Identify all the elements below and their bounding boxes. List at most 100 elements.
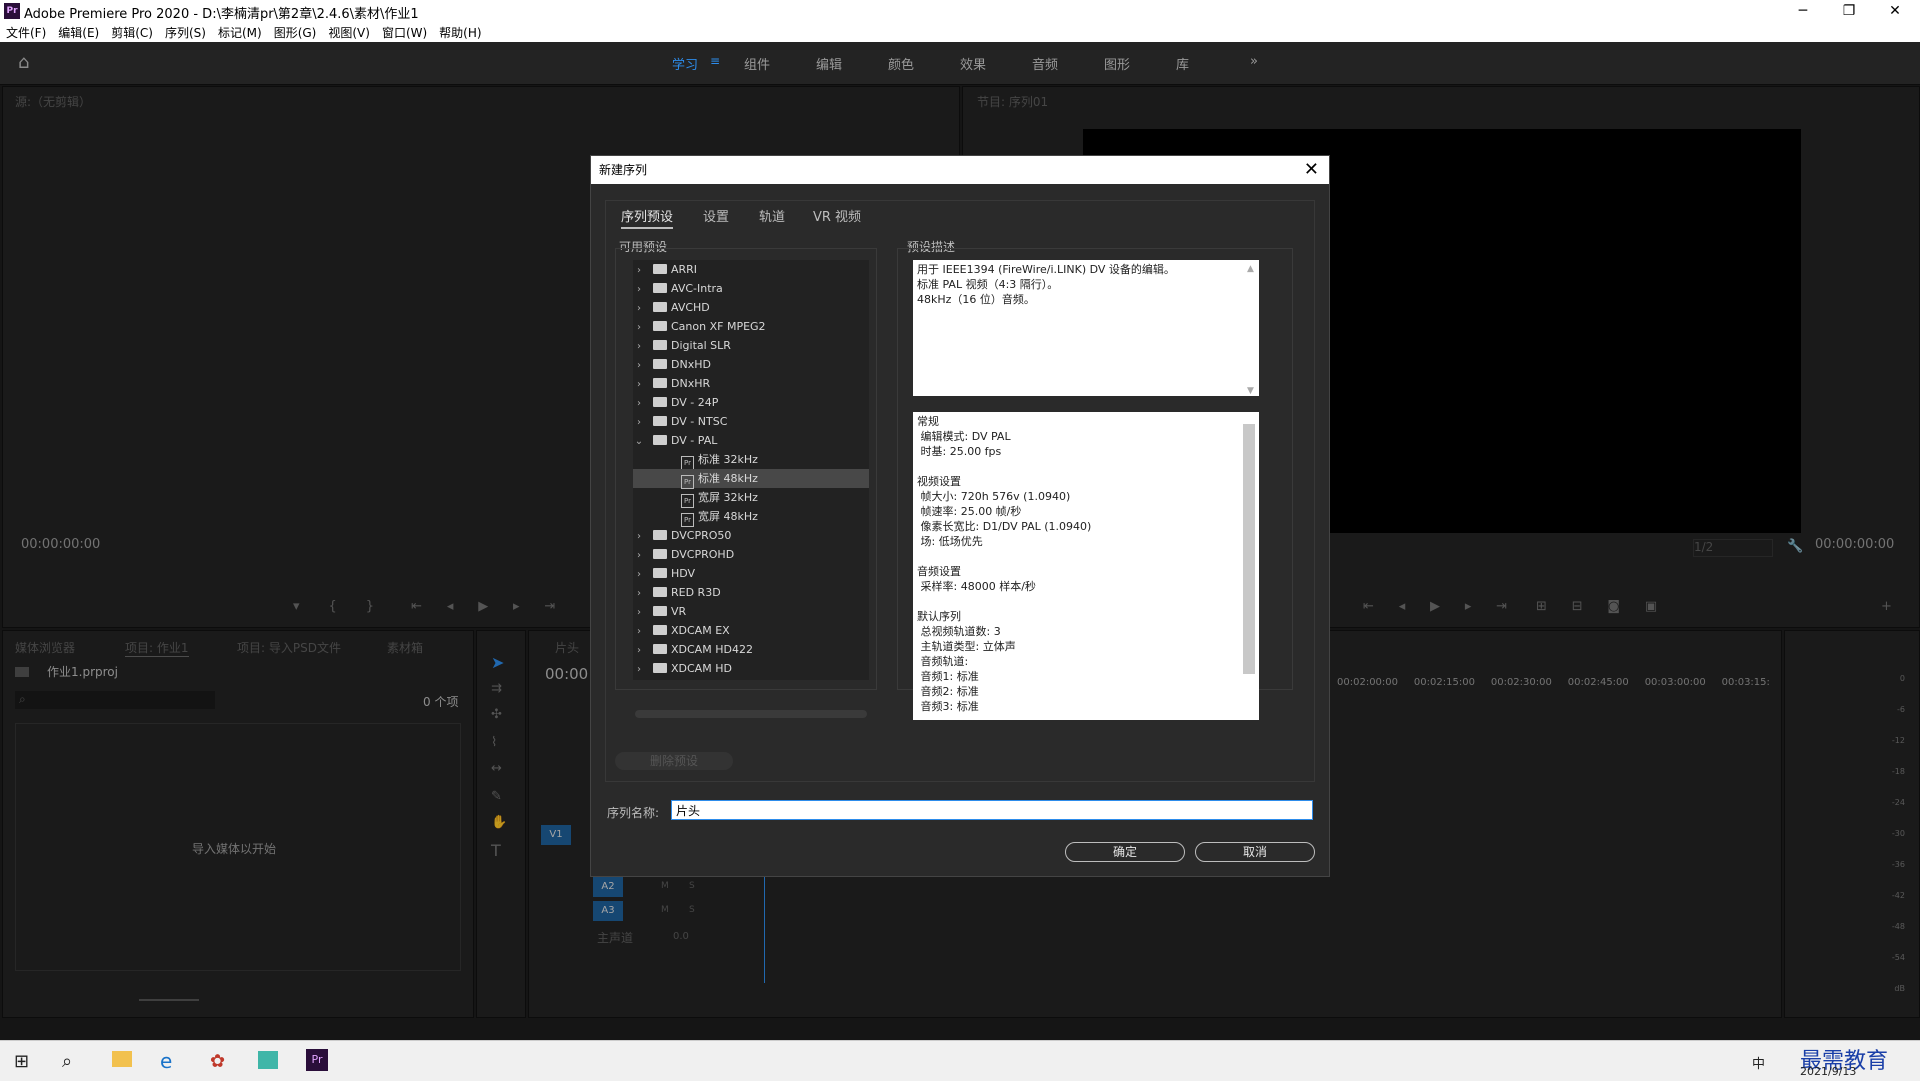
chevron-right-icon[interactable]: › bbox=[633, 280, 645, 299]
preset-folder[interactable]: › AVC-Intra bbox=[633, 279, 869, 298]
chevron-right-icon[interactable]: › bbox=[633, 261, 645, 280]
preset-item[interactable]: Pr 宽屏 32kHz bbox=[633, 488, 869, 508]
details-scrollbar[interactable] bbox=[1243, 424, 1255, 674]
preset-folder[interactable]: › XDCAM HD422 bbox=[633, 640, 869, 659]
dialog-close-button[interactable]: ✕ bbox=[1304, 156, 1319, 184]
workspace-tab-learn[interactable]: 学习 bbox=[672, 54, 698, 73]
details-line: 场: 低场优先 bbox=[917, 535, 983, 548]
preset-folder[interactable]: › XDCAM HD bbox=[633, 659, 869, 678]
preset-item[interactable]: Pr 标准 48kHz bbox=[633, 469, 869, 489]
preset-folder[interactable]: › ARRI bbox=[633, 260, 869, 279]
preset-label: DVCPRO50 bbox=[671, 529, 732, 542]
chevron-right-icon[interactable]: › bbox=[633, 413, 645, 432]
dialog-title-bar: 新建序列 ✕ bbox=[591, 156, 1329, 184]
chevron-right-icon[interactable]: › bbox=[633, 337, 645, 356]
tab-settings[interactable]: 设置 bbox=[703, 206, 729, 225]
chevron-right-icon[interactable]: › bbox=[633, 660, 645, 679]
edge-icon[interactable]: e bbox=[160, 1049, 172, 1073]
preset-label: 标准 32kHz bbox=[698, 453, 758, 466]
chevron-down-icon[interactable]: ⌄ bbox=[633, 432, 645, 451]
home-icon[interactable]: ⌂ bbox=[18, 52, 29, 73]
menu-file[interactable]: 文件(F) bbox=[0, 22, 52, 41]
preset-label: 宽屏 32kHz bbox=[698, 491, 758, 504]
minimize-button[interactable]: ─ bbox=[1780, 0, 1826, 22]
menu-sequence[interactable]: 序列(S) bbox=[159, 22, 212, 41]
preset-item[interactable]: Pr 宽屏 48kHz bbox=[633, 507, 869, 527]
scroll-up-icon[interactable]: ▲ bbox=[1247, 262, 1254, 277]
preset-folder[interactable]: › Canon XF MPEG2 bbox=[633, 317, 869, 336]
menu-graphics[interactable]: 图形(G) bbox=[268, 22, 323, 41]
workspace-overflow-icon[interactable]: » bbox=[1250, 54, 1258, 69]
app-icon[interactable]: ✿ bbox=[210, 1051, 225, 1072]
chevron-right-icon[interactable]: › bbox=[633, 527, 645, 546]
workspace-tab-libraries[interactable]: 库 bbox=[1176, 54, 1189, 73]
preset-folder[interactable]: ⌄ DV - PAL bbox=[633, 431, 869, 450]
windows-start-icon[interactable]: ⊞ bbox=[14, 1051, 29, 1072]
chevron-right-icon[interactable]: › bbox=[633, 375, 645, 394]
preset-details-box[interactable]: 常规 编辑模式: DV PAL 时基: 25.00 fps 视频设置 帧大小: 7… bbox=[913, 412, 1259, 720]
chevron-right-icon[interactable]: › bbox=[633, 584, 645, 603]
preset-folder[interactable]: › VR bbox=[633, 602, 869, 621]
preset-label: RED R3D bbox=[671, 586, 721, 599]
chevron-right-icon[interactable]: › bbox=[633, 318, 645, 337]
chevron-right-icon[interactable]: › bbox=[633, 603, 645, 622]
menu-help[interactable]: 帮助(H) bbox=[433, 22, 487, 41]
scroll-down-icon[interactable]: ▼ bbox=[1247, 384, 1254, 399]
search-icon[interactable]: ⌕ bbox=[62, 1051, 72, 1072]
preset-folder[interactable]: › DNxHD bbox=[633, 355, 869, 374]
chevron-right-icon[interactable]: › bbox=[633, 622, 645, 641]
ime-indicator[interactable]: 中 bbox=[1752, 1053, 1765, 1072]
chevron-right-icon[interactable]: › bbox=[633, 394, 645, 413]
workspace-tab-color[interactable]: 颜色 bbox=[888, 54, 914, 73]
details-line: 主轨道类型: 立体声 bbox=[917, 640, 1016, 653]
chevron-right-icon[interactable]: › bbox=[633, 546, 645, 565]
details-line: 音频1: 标准 bbox=[917, 670, 979, 683]
menu-edit[interactable]: 编辑(E) bbox=[52, 22, 105, 41]
menu-view[interactable]: 视图(V) bbox=[322, 22, 376, 41]
preset-folder[interactable]: › DNxHR bbox=[633, 374, 869, 393]
chevron-right-icon[interactable]: › bbox=[633, 641, 645, 660]
menu-window[interactable]: 窗口(W) bbox=[376, 22, 433, 41]
menu-clip[interactable]: 剪辑(C) bbox=[105, 22, 159, 41]
premiere-taskbar-icon[interactable]: Pr bbox=[306, 1049, 328, 1071]
menu-marker[interactable]: 标记(M) bbox=[212, 22, 268, 41]
preset-folder[interactable]: › RED R3D bbox=[633, 583, 869, 602]
details-line bbox=[917, 459, 1091, 474]
workspace-tab-effects[interactable]: 效果 bbox=[960, 54, 986, 73]
preset-folder[interactable]: › DV - 24P bbox=[633, 393, 869, 412]
workspace-menu-icon[interactable]: ≡ bbox=[710, 54, 720, 68]
close-window-button[interactable]: ✕ bbox=[1872, 0, 1918, 22]
preset-folder[interactable]: › DV - NTSC bbox=[633, 412, 869, 431]
chevron-right-icon[interactable]: › bbox=[633, 356, 645, 375]
details-line: 音频2: 标准 bbox=[917, 685, 979, 698]
app-icon[interactable] bbox=[258, 1051, 278, 1069]
tab-sequence-presets[interactable]: 序列预设 bbox=[621, 206, 674, 229]
preset-label: AVC-Intra bbox=[671, 282, 723, 295]
file-explorer-icon[interactable] bbox=[112, 1051, 132, 1067]
preset-folder[interactable]: › AVCHD bbox=[633, 298, 869, 317]
preset-item[interactable]: Pr 标准 32kHz bbox=[633, 450, 869, 470]
preset-folder[interactable]: › DVCPROHD bbox=[633, 545, 869, 564]
sequence-name-input[interactable]: 片头 bbox=[671, 800, 1313, 820]
preset-label: XDCAM HD422 bbox=[671, 643, 753, 656]
tab-tracks[interactable]: 轨道 bbox=[759, 206, 785, 225]
details-line: 默认序列 bbox=[917, 610, 961, 623]
presets-hscrollbar[interactable] bbox=[635, 710, 867, 718]
chevron-right-icon[interactable]: › bbox=[633, 299, 645, 318]
workspace-tab-assembly[interactable]: 组件 bbox=[744, 54, 770, 73]
workspace-tab-editing[interactable]: 编辑 bbox=[816, 54, 842, 73]
preset-folder[interactable]: › XDCAM EX bbox=[633, 621, 869, 640]
details-line: 编辑模式: DV PAL bbox=[917, 430, 1011, 443]
workspace-tab-audio[interactable]: 音频 bbox=[1032, 54, 1058, 73]
tab-vr-video[interactable]: VR 视频 bbox=[813, 206, 861, 225]
cancel-button[interactable]: 取消 bbox=[1195, 842, 1315, 862]
maximize-button[interactable]: ❐ bbox=[1826, 0, 1872, 22]
preset-folder[interactable]: › DVCPRO50 bbox=[633, 526, 869, 545]
workspace-tab-graphics[interactable]: 图形 bbox=[1104, 54, 1130, 73]
ok-button[interactable]: 确定 bbox=[1065, 842, 1185, 862]
preset-folder[interactable]: › HDV bbox=[633, 564, 869, 583]
preset-folder[interactable]: › Digital SLR bbox=[633, 336, 869, 355]
delete-preset-button[interactable]: 删除预设 bbox=[615, 752, 733, 770]
preset-description-box[interactable]: 用于 IEEE1394 (FireWire/i.LINK) DV 设备的编辑。 … bbox=[913, 260, 1259, 396]
chevron-right-icon[interactable]: › bbox=[633, 565, 645, 584]
